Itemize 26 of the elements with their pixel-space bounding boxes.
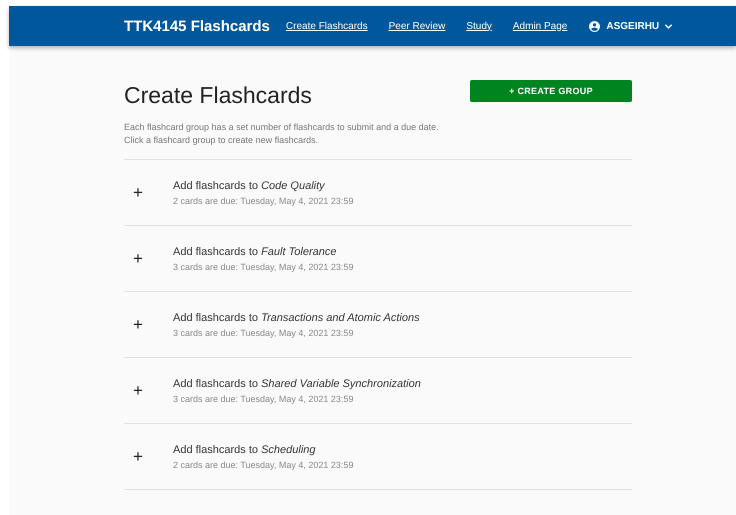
group-title[interactable]: Add flashcards to Fault Tolerance (173, 246, 354, 258)
plus-icon[interactable]: + (124, 446, 173, 466)
plus-icon[interactable]: + (124, 380, 173, 400)
nav-link[interactable]: Study (466, 20, 492, 32)
user-menu-button[interactable]: ASGEIRHU (588, 20, 674, 32)
group-title[interactable]: Add flashcards to Transactions and Atomic Actions (173, 312, 420, 324)
group-title[interactable]: Add flashcards to Shared Variable Synchronization (173, 378, 421, 390)
due-date-text: 2 cards are due: Tuesday, May 4, 2021 23:59 (173, 196, 354, 206)
page-title: Create Flashcards (124, 81, 312, 109)
due-date-text: 3 cards are due: Tuesday, May 4, 2021 23:59 (173, 262, 354, 272)
description-text: Each flashcard group has a set number of flashcards to submit and a due date. Click a flashcard group to create new flashcards. (124, 121, 440, 147)
nav-link[interactable]: Admin Page (512, 20, 568, 32)
due-date-text: 3 cards are due: Tuesday, May 4, 2021 23:59 (173, 394, 354, 404)
group-title[interactable]: Add flashcards to Scheduling (173, 444, 354, 456)
due-date-text: 2 cards are due: Tuesday, May 4, 2021 23:59 (173, 460, 354, 470)
plus-icon[interactable]: + (124, 248, 173, 268)
plus-icon[interactable]: + (124, 182, 173, 202)
create-group-button[interactable]: + CREATE GROUP (470, 80, 632, 102)
due-date-text: 3 cards are due: Tuesday, May 4, 2021 23:59 (173, 328, 354, 338)
plus-icon[interactable]: + (124, 314, 173, 334)
nav-link[interactable]: Peer Review (388, 20, 446, 32)
group-title[interactable]: Add flashcards to Code Quality (173, 180, 354, 192)
account-icon (588, 20, 602, 32)
nav-link[interactable]: Create Flashcards (286, 20, 368, 32)
app-title: TTK4145 Flashcards (124, 18, 270, 34)
chevron-down-icon (664, 22, 674, 30)
